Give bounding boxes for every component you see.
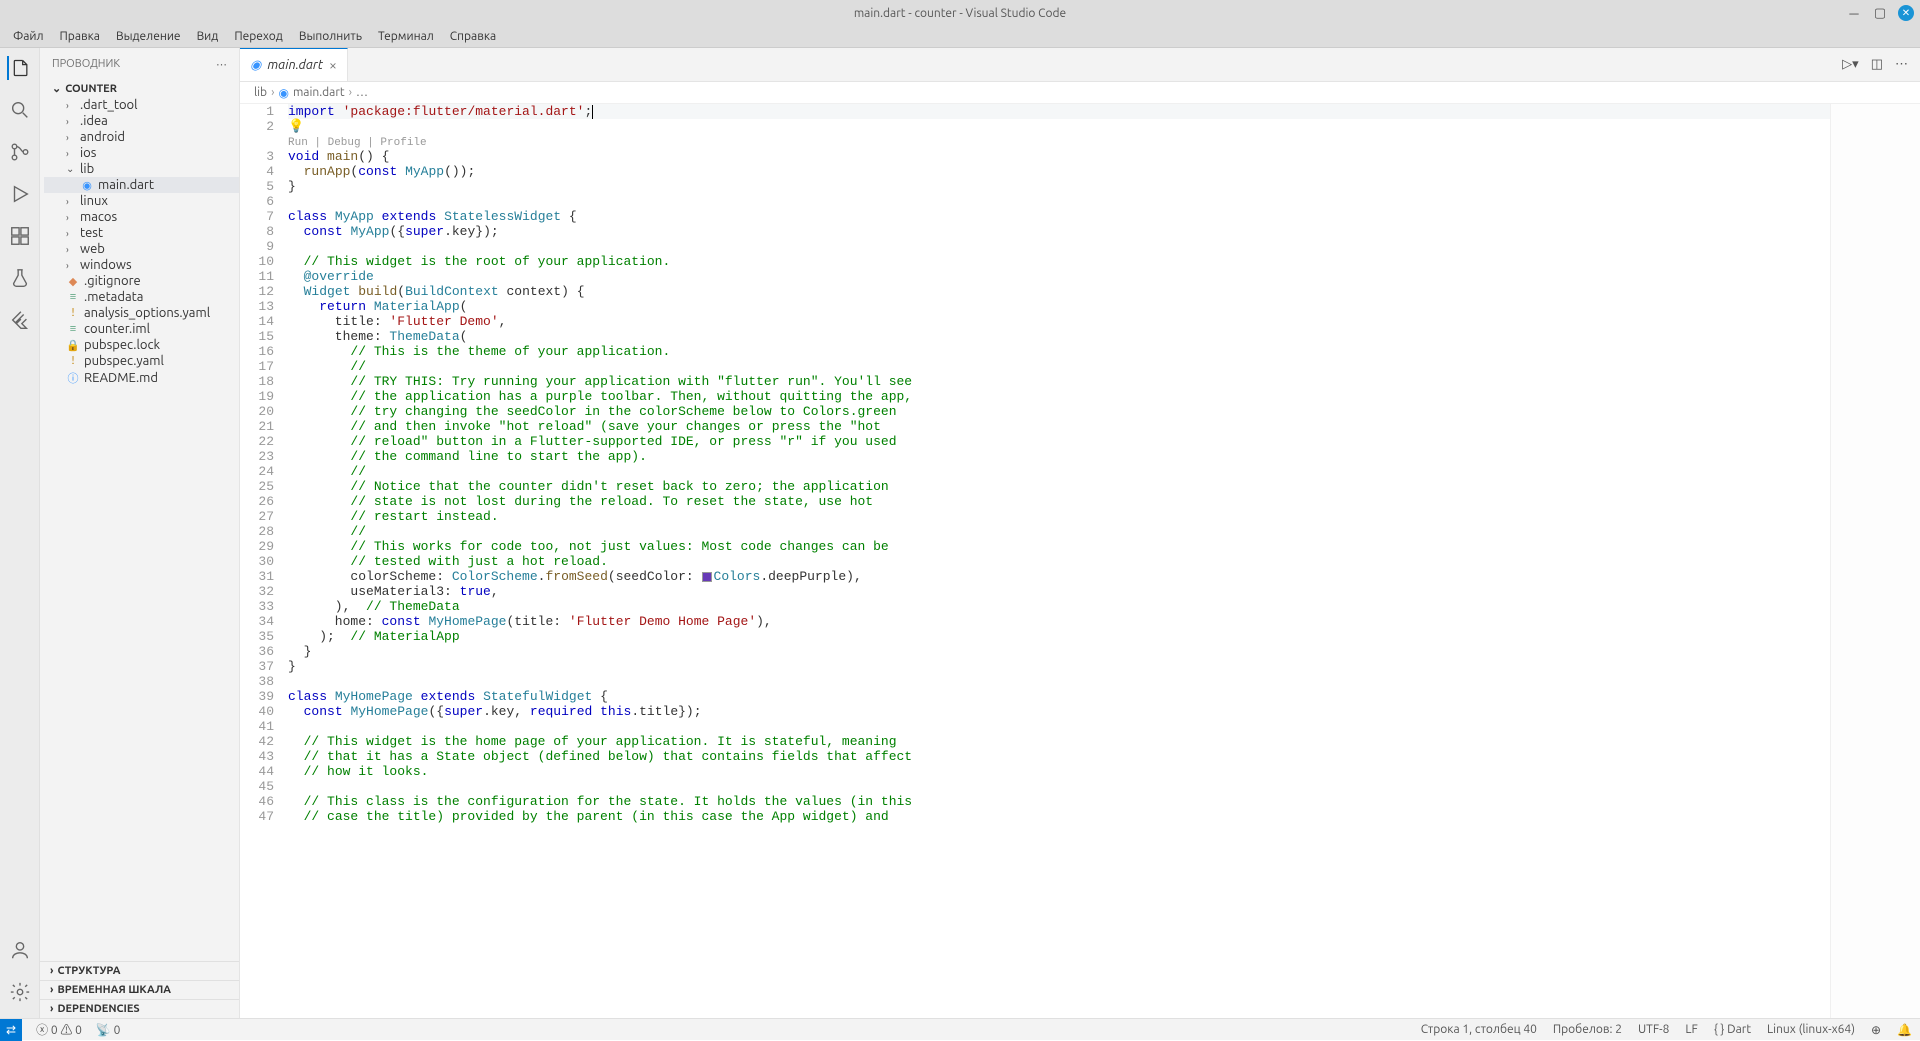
menu-Терминал[interactable]: Терминал bbox=[371, 28, 441, 45]
tree-item--dart_tool[interactable]: ›.dart_tool bbox=[44, 97, 239, 113]
tab-label: main.dart bbox=[267, 58, 323, 72]
tree-item-README-md[interactable]: ⓘREADME.md bbox=[44, 369, 239, 387]
menu-Переход[interactable]: Переход bbox=[227, 28, 290, 45]
accounts-icon[interactable] bbox=[8, 938, 32, 962]
code-content[interactable]: import 'package:flutter/material.dart';💡… bbox=[288, 104, 1830, 1018]
window-titlebar: main.dart - counter - Visual Studio Code… bbox=[0, 0, 1920, 26]
tree-item-windows[interactable]: ›windows bbox=[44, 257, 239, 273]
sidebar-more-icon[interactable]: ⋯ bbox=[216, 58, 227, 71]
editor-area: ◉ main.dart × ▷▾ ◫ ⋯ lib› ◉main.dart› … … bbox=[240, 48, 1920, 1018]
dart-file-icon: ◉ bbox=[278, 86, 288, 100]
tree-item-analysis_options-yaml[interactable]: !analysis_options.yaml bbox=[44, 305, 239, 321]
tree-item--idea[interactable]: ›.idea bbox=[44, 113, 239, 129]
tree-item-counter-iml[interactable]: ≡counter.iml bbox=[44, 321, 239, 337]
minimap[interactable] bbox=[1830, 104, 1920, 1018]
section-ВРЕМЕННАЯ ШКАЛА[interactable]: ›ВРЕМЕННАЯ ШКАЛА bbox=[40, 980, 239, 999]
close-button[interactable]: ✕ bbox=[1898, 5, 1914, 21]
tree-item-pubspec-lock[interactable]: 🔒pubspec.lock bbox=[44, 337, 239, 353]
tab-main-dart[interactable]: ◉ main.dart × bbox=[240, 48, 348, 81]
menu-Выполнить[interactable]: Выполнить bbox=[292, 28, 369, 45]
breadcrumb[interactable]: lib› ◉main.dart› … bbox=[240, 82, 1920, 104]
maximize-button[interactable]: ▢ bbox=[1872, 5, 1888, 21]
settings-gear-icon[interactable] bbox=[8, 980, 32, 1004]
section-DEPENDENCIES[interactable]: ›DEPENDENCIES bbox=[40, 999, 239, 1018]
menu-Справка[interactable]: Справка bbox=[443, 28, 503, 45]
source-control-icon[interactable] bbox=[8, 140, 32, 164]
folder-root[interactable]: ⌄COUNTER bbox=[44, 80, 239, 97]
tree-item-macos[interactable]: ›macos bbox=[44, 209, 239, 225]
dart-file-icon: ◉ bbox=[250, 58, 261, 73]
status-eol[interactable]: LF bbox=[1685, 1023, 1697, 1036]
status-language[interactable]: { } Dart bbox=[1714, 1023, 1751, 1036]
status-ports[interactable]: 📡 0 bbox=[96, 1023, 120, 1037]
extensions-icon[interactable] bbox=[8, 224, 32, 248]
window-title: main.dart - counter - Visual Studio Code bbox=[854, 7, 1066, 20]
menu-Выделение[interactable]: Выделение bbox=[109, 28, 188, 45]
tab-close-icon[interactable]: × bbox=[329, 57, 337, 73]
tree-item-lib[interactable]: ⌄lib bbox=[44, 161, 239, 177]
search-icon[interactable] bbox=[8, 98, 32, 122]
minimize-button[interactable]: ─ bbox=[1846, 5, 1862, 21]
run-debug-icon[interactable] bbox=[8, 182, 32, 206]
menubar: ФайлПравкаВыделениеВидПереходВыполнитьТе… bbox=[0, 26, 1920, 48]
tree-item-web[interactable]: ›web bbox=[44, 241, 239, 257]
split-editor-icon[interactable]: ◫ bbox=[1871, 57, 1883, 72]
status-problems[interactable]: ⓧ 0 ⚠ 0 bbox=[36, 1021, 82, 1038]
tree-item-test[interactable]: ›test bbox=[44, 225, 239, 241]
tree-item--gitignore[interactable]: ◆.gitignore bbox=[44, 273, 239, 289]
remote-indicator[interactable]: ⇄ bbox=[0, 1019, 22, 1041]
status-os[interactable]: Linux (linux-x64) bbox=[1767, 1023, 1855, 1036]
testing-icon[interactable] bbox=[8, 266, 32, 290]
editor-body[interactable]: 1234567891011121314151617181920212223242… bbox=[240, 104, 1920, 1018]
status-cursor-pos[interactable]: Строка 1, столбец 40 bbox=[1421, 1023, 1537, 1036]
status-indent[interactable]: Пробелов: 2 bbox=[1553, 1023, 1622, 1036]
flutter-icon[interactable] bbox=[8, 308, 32, 332]
tab-bar: ◉ main.dart × ▷▾ ◫ ⋯ bbox=[240, 48, 1920, 82]
run-icon[interactable]: ▷▾ bbox=[1842, 57, 1859, 72]
line-gutter: 1234567891011121314151617181920212223242… bbox=[240, 104, 288, 1018]
status-feedback-icon[interactable]: ⊕ bbox=[1871, 1023, 1881, 1037]
activity-bar bbox=[0, 48, 40, 1018]
status-bell-icon[interactable]: 🔔 bbox=[1897, 1023, 1912, 1037]
tree-item--metadata[interactable]: ≡.metadata bbox=[44, 289, 239, 305]
status-encoding[interactable]: UTF-8 bbox=[1638, 1023, 1669, 1036]
menu-Правка[interactable]: Правка bbox=[53, 28, 107, 45]
tree-item-pubspec-yaml[interactable]: !pubspec.yaml bbox=[44, 353, 239, 369]
section-СТРУКТУРА[interactable]: ›СТРУКТУРА bbox=[40, 961, 239, 980]
tree-item-ios[interactable]: ›ios bbox=[44, 145, 239, 161]
sidebar: ПРОВОДНИК ⋯ ⌄COUNTER ›.dart_tool›.idea›a… bbox=[40, 48, 240, 1018]
status-bar: ⇄ ⓧ 0 ⚠ 0 📡 0 Строка 1, столбец 40 Пробе… bbox=[0, 1018, 1920, 1040]
editor-more-icon[interactable]: ⋯ bbox=[1895, 57, 1908, 72]
menu-Файл[interactable]: Файл bbox=[6, 28, 51, 45]
tree-item-android[interactable]: ›android bbox=[44, 129, 239, 145]
tree-item-linux[interactable]: ›linux bbox=[44, 193, 239, 209]
menu-Вид[interactable]: Вид bbox=[190, 28, 226, 45]
tree-item-main-dart[interactable]: ◉main.dart bbox=[44, 177, 239, 193]
sidebar-title: ПРОВОДНИК bbox=[52, 58, 120, 70]
explorer-icon[interactable] bbox=[7, 56, 31, 80]
